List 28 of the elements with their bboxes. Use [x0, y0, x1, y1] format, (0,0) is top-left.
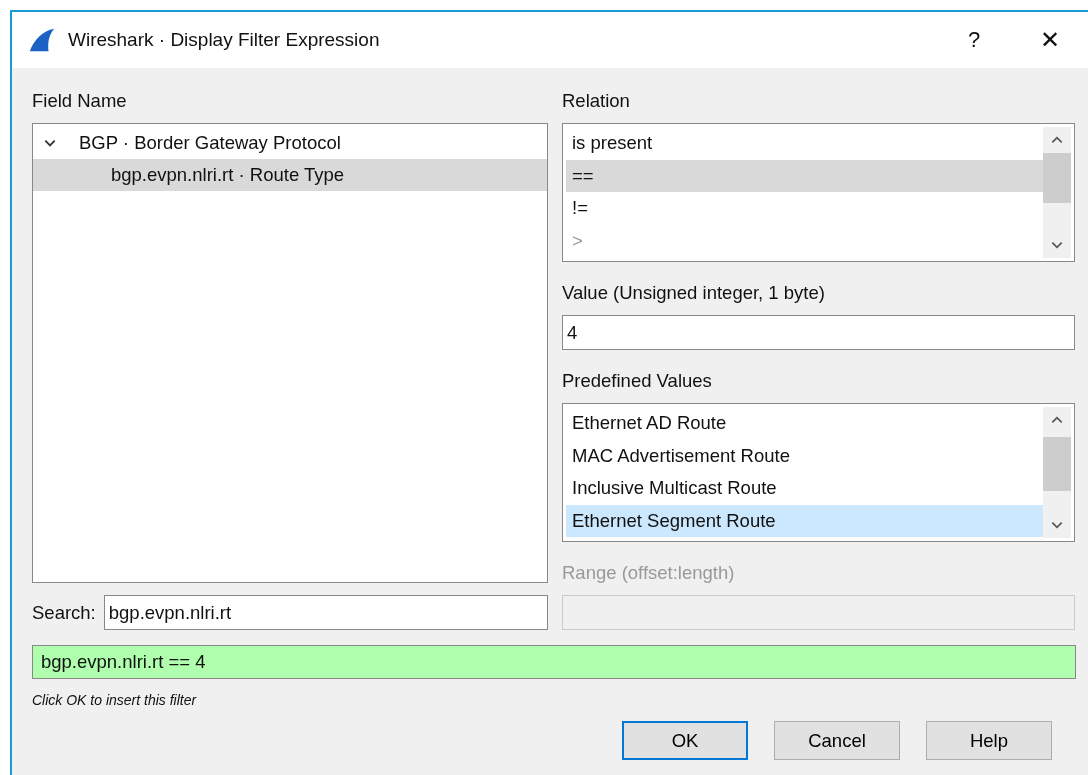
filter-field[interactable]: bgp.evpn.nlri.rt == 4 [32, 645, 1076, 679]
tree-item[interactable]: BGP · Border Gateway Protocol [33, 127, 547, 159]
list-item[interactable]: is present [566, 127, 1043, 160]
range-label: Range (offset:length) [562, 562, 736, 584]
dialog-button[interactable]: Cancel [774, 721, 900, 760]
list-item[interactable]: Ethernet Segment Route [566, 504, 1043, 537]
dialog-button[interactable]: Help [926, 721, 1052, 760]
scrollbar[interactable] [1043, 407, 1071, 538]
window-title: Wireshark · Display Filter Expression [68, 29, 380, 51]
list-item[interactable]: Inclusive Multicast Route [566, 472, 1043, 505]
relation-label: Relation [562, 90, 631, 112]
scrollbar[interactable] [1043, 127, 1071, 258]
field-name-label: Field Name [32, 90, 128, 112]
help-button[interactable]: ? [936, 12, 1012, 68]
predefined-values-label: Predefined Values [562, 370, 713, 392]
fin-icon [28, 26, 56, 54]
list-item[interactable]: != [566, 192, 1043, 225]
list-item[interactable]: Ethernet AD Route [566, 407, 1043, 440]
tree-item[interactable]: bgp.evpn.nlri.rt · Route Type [33, 159, 547, 191]
dialog-button[interactable]: OK [622, 721, 748, 760]
value-field[interactable]: 4 [562, 315, 1075, 350]
hint-text: Click OK to insert this filter [32, 692, 198, 708]
list-item[interactable]: == [566, 159, 1043, 192]
close-button[interactable]: ✕ [1012, 12, 1088, 68]
search-field[interactable]: bgp.evpn.nlri.rt [103, 595, 548, 630]
search-label: Search: [32, 601, 96, 624]
value-label: Value (Unsigned integer, 1 byte) [562, 282, 826, 304]
list-item[interactable]: MAC Advertisement Route [566, 439, 1043, 472]
